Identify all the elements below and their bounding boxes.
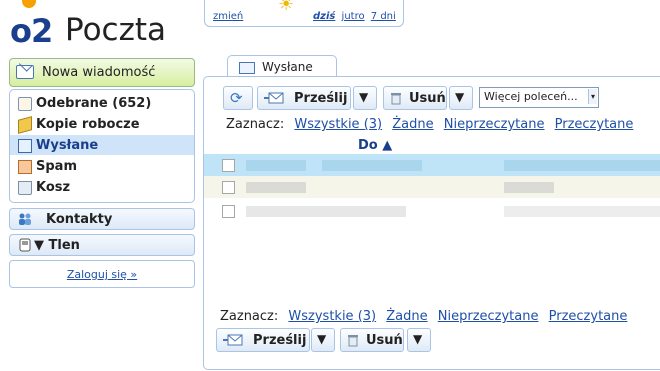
chevron-down-icon: ▼ xyxy=(317,332,327,346)
weather-widget: zmień ☀ dziś jutro 7 dni xyxy=(204,0,404,27)
folder-trash[interactable]: Kosz xyxy=(10,177,194,197)
trash-icon xyxy=(391,93,401,105)
table-row[interactable] xyxy=(204,200,660,222)
blurred-meta xyxy=(504,182,554,193)
weather-tomorrow-link[interactable]: jutro xyxy=(342,11,365,22)
select-label: Zaznacz: xyxy=(226,117,285,132)
forward-button-bottom[interactable]: Prześlij xyxy=(216,328,310,352)
select-bar-bottom: Zaznacz: Wszystkie (3) Żadne Nieprzeczyt… xyxy=(220,309,627,324)
logo-bubble-icon xyxy=(22,0,36,8)
delete-label: Usuń xyxy=(409,91,446,106)
new-message-button[interactable]: Nowa wiadomość xyxy=(9,58,195,87)
folder-tab-icon xyxy=(239,62,255,74)
forward-button[interactable]: Prześlij xyxy=(257,86,351,110)
select-unread-link[interactable]: Nieprzeczytane xyxy=(438,309,539,324)
chevron-down-icon: ▼ xyxy=(359,90,369,104)
weather-days: dziś jutro 7 dni xyxy=(313,11,399,22)
refresh-button[interactable]: ⟳ xyxy=(223,86,253,110)
new-message-label: Nowa wiadomość xyxy=(42,65,156,80)
table-row[interactable] xyxy=(204,154,660,176)
blurred-meta xyxy=(504,160,660,171)
row-checkbox[interactable] xyxy=(222,205,235,218)
forward-icon xyxy=(264,92,284,104)
folder-spam[interactable]: Spam xyxy=(10,156,194,176)
row-checkbox[interactable] xyxy=(222,159,235,172)
select-all-link[interactable]: Wszystkie (3) xyxy=(294,117,382,132)
folder-label: Kosz xyxy=(36,180,71,195)
blurred-recipient xyxy=(246,182,306,193)
tab-sent[interactable]: Wysłane xyxy=(227,55,337,78)
blurred-recipient xyxy=(246,206,406,217)
select-read-link[interactable]: Przeczytane xyxy=(549,309,628,324)
contacts-panel[interactable]: Kontakty xyxy=(9,208,195,230)
delete-label: Usuń xyxy=(366,333,403,348)
envelope-icon xyxy=(16,65,34,79)
trash-icon xyxy=(348,335,358,347)
more-actions-select[interactable]: Więcej poleceń... ▾ xyxy=(479,87,599,108)
delete-dropdown[interactable]: ▼ xyxy=(449,86,473,110)
sent-icon xyxy=(18,139,32,153)
login-link[interactable]: Zaloguj się » xyxy=(67,268,137,281)
logo-brand: o2 xyxy=(10,12,53,50)
sun-icon: ☀ xyxy=(278,0,295,15)
table-header: Do ▲ xyxy=(204,136,660,154)
select-none-link[interactable]: Żadne xyxy=(392,117,433,132)
delete-dropdown-bottom[interactable]: ▼ xyxy=(407,328,431,352)
folder-list: Odebrane (652) Kopie robocze Wysłane Spa… xyxy=(9,89,195,203)
blurred-recipient xyxy=(246,160,306,171)
forward-icon xyxy=(223,334,243,346)
folder-label: Odebrane (652) xyxy=(36,96,152,111)
tlen-icon xyxy=(19,238,31,252)
weather-today-link[interactable]: dziś xyxy=(313,11,335,22)
forward-label: Prześlij xyxy=(294,91,348,106)
weather-7days-link[interactable]: 7 dni xyxy=(371,11,396,22)
forward-dropdown[interactable]: ▼ xyxy=(353,86,377,110)
contacts-label: Kontakty xyxy=(46,212,113,227)
logo-product: Poczta xyxy=(65,12,167,48)
chevron-down-icon: ▼ xyxy=(455,90,465,104)
row-checkbox[interactable] xyxy=(222,181,235,194)
folder-label: Kopie robocze xyxy=(36,117,140,132)
folder-inbox[interactable]: Odebrane (652) xyxy=(10,93,194,113)
more-actions-value: Więcej poleceń... xyxy=(484,90,578,103)
o2-poczta-logo[interactable]: o2 Poczta xyxy=(8,0,178,52)
chevron-down-icon: ▼ xyxy=(413,332,423,346)
folder-sent[interactable]: Wysłane xyxy=(10,135,194,155)
column-to-header[interactable]: Do ▲ xyxy=(358,138,392,153)
contacts-icon xyxy=(19,213,31,225)
select-read-link[interactable]: Przeczytane xyxy=(555,117,634,132)
select-arrow-icon: ▾ xyxy=(588,89,597,104)
delete-button-bottom[interactable]: Usuń xyxy=(340,328,404,352)
folder-label: Spam xyxy=(36,159,77,174)
refresh-icon: ⟳ xyxy=(230,89,243,107)
select-none-link[interactable]: Żadne xyxy=(386,309,427,324)
select-label: Zaznacz: xyxy=(220,309,279,324)
weather-change-link[interactable]: zmień xyxy=(213,11,243,22)
table-row[interactable] xyxy=(204,176,660,198)
blurred-meta xyxy=(504,206,660,217)
tab-label: Wysłane xyxy=(262,60,313,74)
select-all-link[interactable]: Wszystkie (3) xyxy=(288,309,376,324)
tlen-panel[interactable]: ▼ Tlen xyxy=(9,234,195,256)
delete-button[interactable]: Usuń xyxy=(383,86,447,110)
forward-dropdown-bottom[interactable]: ▼ xyxy=(311,328,335,352)
spam-icon xyxy=(18,160,32,174)
folder-drafts[interactable]: Kopie robocze xyxy=(10,114,194,134)
inbox-icon xyxy=(18,97,32,111)
forward-label: Prześlij xyxy=(253,333,307,348)
login-box: Zaloguj się » xyxy=(9,260,195,288)
tlen-label: ▼ Tlen xyxy=(34,238,80,253)
folder-label: Wysłane xyxy=(36,138,99,153)
select-unread-link[interactable]: Nieprzeczytane xyxy=(444,117,545,132)
trash-icon xyxy=(18,181,32,195)
select-bar-top: Zaznacz: Wszystkie (3) Żadne Nieprzeczyt… xyxy=(226,117,633,132)
blurred-subject xyxy=(322,160,422,171)
drafts-icon xyxy=(18,116,32,134)
